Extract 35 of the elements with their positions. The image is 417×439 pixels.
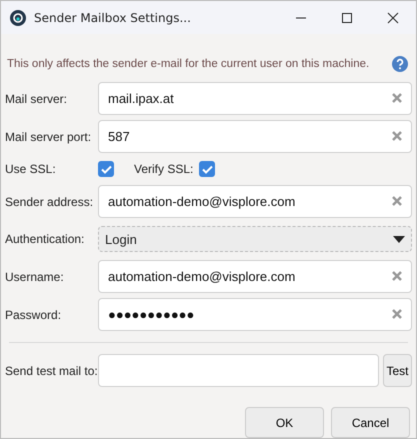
text-field[interactable]: 587 — [98, 120, 412, 153]
clear-icon[interactable] — [391, 195, 403, 207]
info-text: This only affects the sender e-mail for the current user on this machine. — [7, 58, 370, 70]
dialog-button[interactable]: Cancel — [331, 407, 410, 438]
help-icon[interactable] — [392, 56, 408, 72]
checkbox-label: Use SSL: — [5, 162, 57, 176]
field-label: Sender address: — [5, 194, 94, 208]
field-label: Password: — [5, 308, 62, 322]
clear-icon[interactable] — [391, 270, 403, 282]
caret-icon — [393, 236, 405, 242]
clear-icon[interactable] — [391, 130, 403, 142]
text-field[interactable]: ●●●●●●●●●●● — [98, 298, 412, 331]
field-label: Authentication: — [5, 232, 86, 246]
text-field[interactable]: automation-demo@visplore.com — [98, 185, 412, 218]
checkbox[interactable] — [98, 161, 114, 177]
close-icon[interactable] — [387, 12, 399, 24]
clear-icon[interactable] — [391, 308, 403, 320]
app-logo-icon — [10, 10, 26, 26]
field-label: Mail server port: — [5, 130, 92, 144]
checkmark-icon — [202, 164, 213, 174]
text-field[interactable]: mail.ipax.at — [98, 82, 412, 115]
clear-icon[interactable] — [391, 92, 403, 104]
text-field[interactable]: automation-demo@visplore.com — [98, 260, 412, 293]
checkbox[interactable] — [199, 161, 216, 177]
checkbox-label: Verify SSL: — [134, 162, 194, 176]
test-button[interactable]: Test — [383, 354, 412, 387]
field-label: Mail server: — [5, 92, 68, 106]
maximize-icon[interactable] — [341, 12, 353, 24]
field-label: Send test mail to: — [5, 364, 98, 378]
field-label: Username: — [5, 270, 65, 284]
checkmark-icon — [100, 164, 112, 174]
email-field[interactable] — [98, 354, 379, 387]
dropdown[interactable]: Login — [98, 226, 412, 252]
dialog-button[interactable]: OK — [245, 407, 324, 438]
window-title: Sender Mailbox Settings... — [34, 10, 192, 24]
